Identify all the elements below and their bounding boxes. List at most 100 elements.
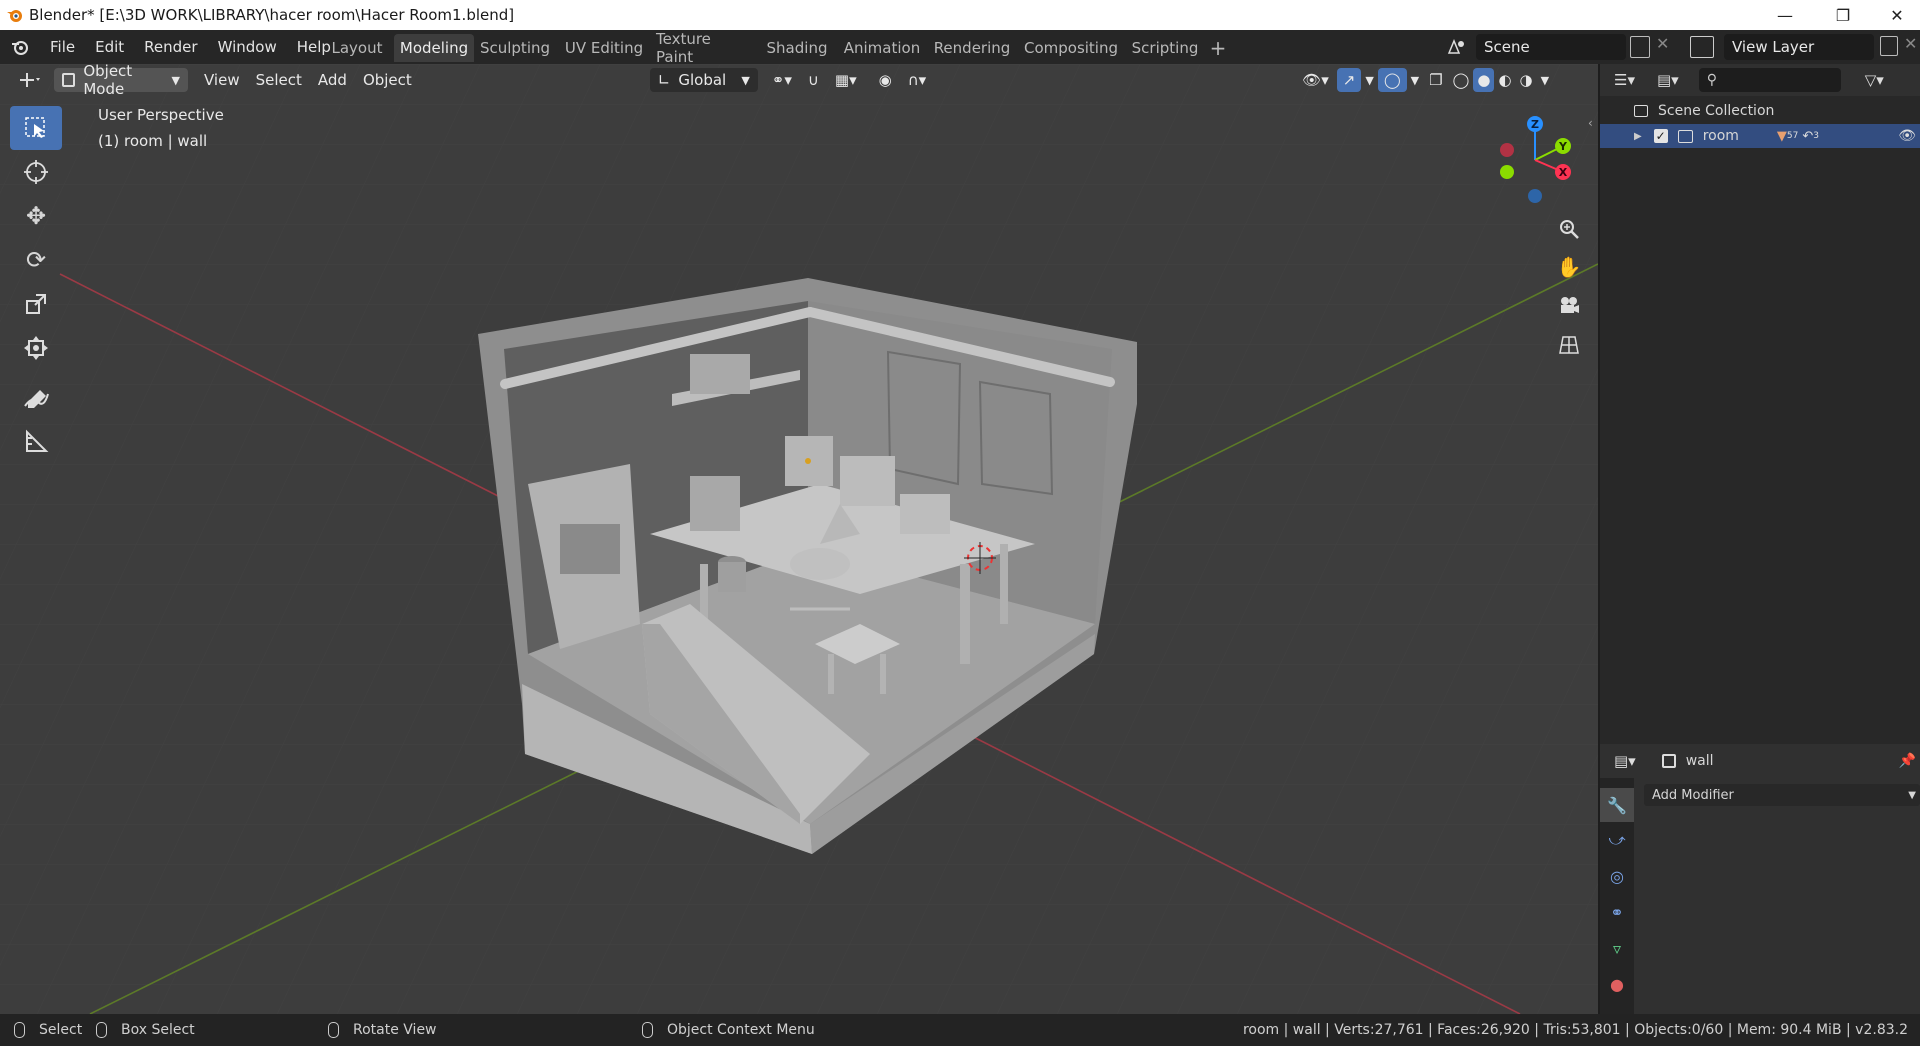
add-workspace-icon[interactable]: +	[1206, 34, 1230, 62]
search-icon: ⚲	[1706, 72, 1717, 88]
tab-uv-editing[interactable]: UV Editing	[560, 34, 648, 62]
mesh-count-badge: ▼ 57 ↶ 3	[1776, 128, 1820, 144]
xray-toggle-icon[interactable]: ❐	[1423, 68, 1448, 92]
menu-file[interactable]: File	[40, 38, 85, 56]
scene-selector[interactable]: Scene	[1476, 34, 1626, 60]
rotate-icon[interactable]: ⟳	[10, 238, 62, 282]
pin-icon[interactable]: 📌	[1899, 753, 1916, 769]
tab-animation[interactable]: Animation	[842, 34, 922, 62]
new-scene-icon[interactable]	[1630, 36, 1650, 58]
material-tab-icon[interactable]: ●	[1600, 966, 1634, 1002]
select-box-icon[interactable]	[10, 106, 62, 150]
transform-orientation[interactable]: ∟ Global ▼	[649, 68, 758, 92]
maximize-icon[interactable]: ❐	[1820, 0, 1866, 30]
outliner-search-field[interactable]: ⚲	[1698, 68, 1841, 92]
constraints-tab-icon[interactable]: ⚭	[1600, 894, 1634, 930]
object-data-tab-icon[interactable]: ▿	[1600, 930, 1634, 966]
blender-menu-icon[interactable]	[0, 37, 40, 57]
delete-view-layer-icon[interactable]: ✕	[1904, 34, 1917, 53]
add-modifier-button[interactable]: Add Modifier ▼	[1644, 784, 1920, 806]
properties-tabs: 🔧 ⤻ ◎ ⚭ ▿ ●	[1600, 778, 1634, 1014]
main-menu: File Edit Render Window Help	[40, 30, 341, 64]
collection-checkbox[interactable]: ✓	[1653, 129, 1668, 143]
view-layer-icon[interactable]	[1690, 36, 1714, 58]
tab-layout[interactable]: Layout	[324, 34, 390, 62]
mouse-middle-icon	[328, 1022, 339, 1038]
status-select: Select	[39, 1022, 83, 1038]
tab-texture-paint[interactable]: Texture Paint	[656, 30, 752, 66]
rendered-shading-icon[interactable]: ◑	[1516, 68, 1537, 92]
eye-icon[interactable]: 👁	[1898, 128, 1916, 144]
tab-sculpting[interactable]: Sculpting	[478, 34, 552, 62]
cursor-icon[interactable]	[10, 150, 62, 194]
pivot-icon[interactable]: ⚭▾	[764, 68, 800, 92]
orientation-label: Global	[678, 71, 727, 89]
overlays-toggle-icon[interactable]: ◯	[1377, 68, 1407, 92]
delete-scene-icon[interactable]: ✕	[1656, 34, 1669, 53]
physics-tab-icon[interactable]: ◎	[1600, 858, 1634, 894]
object-mode-icon	[62, 73, 76, 87]
annotate-icon[interactable]	[10, 376, 62, 420]
scene-collection-label: Scene Collection	[1658, 103, 1775, 119]
mouse-drag-icon	[96, 1022, 107, 1038]
tab-compositing[interactable]: Compositing	[1022, 34, 1120, 62]
chevron-down-icon[interactable]: ▼	[1407, 68, 1423, 92]
sidebar-toggle-icon[interactable]: ‹	[1588, 116, 1593, 130]
status-bar: Select Box Select Rotate View Object Con…	[0, 1014, 1920, 1046]
tab-shading[interactable]: Shading	[760, 34, 834, 62]
outliner-editor-type-icon[interactable]: ☰▾	[1614, 71, 1635, 89]
properties-editor-type-icon[interactable]: ▤▾	[1614, 752, 1636, 770]
particles-tab-icon[interactable]: ⤻	[1600, 822, 1634, 858]
material-shading-icon[interactable]: ◐	[1494, 68, 1515, 92]
falloff-icon[interactable]: ∩▾	[900, 68, 935, 92]
menu-object[interactable]: Object	[355, 68, 420, 92]
measure-icon[interactable]	[10, 420, 62, 464]
menu-select[interactable]: Select	[248, 68, 310, 92]
navigation-gizmo[interactable]: Z Y X	[1485, 110, 1585, 210]
proportional-edit-icon[interactable]: ◉	[871, 68, 900, 92]
close-icon[interactable]: ✕	[1874, 0, 1920, 30]
menu-view[interactable]: View	[196, 68, 248, 92]
minimize-icon[interactable]: —	[1762, 0, 1808, 30]
scale-icon[interactable]	[10, 282, 62, 326]
outliner-item-room[interactable]: ▶ ✓ room ▼ 57 ↶ 3 👁	[1600, 124, 1920, 148]
add-modifier-label: Add Modifier	[1652, 787, 1734, 803]
toolbar: ✥ ⟳	[10, 106, 62, 464]
3d-viewport[interactable]: Object Mode ▼ View Select Add Object ∟ G…	[0, 64, 1598, 1014]
view-layer-selector[interactable]: View Layer	[1724, 34, 1874, 60]
pan-hand-icon[interactable]: ✋	[1552, 250, 1586, 284]
solid-shading-icon[interactable]: ●	[1473, 68, 1495, 92]
camera-view-icon[interactable]	[1552, 288, 1586, 322]
new-view-layer-icon[interactable]	[1880, 36, 1898, 56]
orientation-icon: ∟	[657, 71, 671, 89]
menu-render[interactable]: Render	[134, 38, 207, 56]
viewport-header: Object Mode ▼ View Select Add Object ∟ G…	[0, 64, 1598, 98]
visibility-icon[interactable]: 👁▾	[1294, 68, 1337, 92]
wireframe-shading-icon[interactable]: ◯	[1449, 68, 1474, 92]
modifier-tab-icon[interactable]: 🔧	[1600, 788, 1634, 822]
scene-type-icon[interactable]	[1440, 34, 1474, 60]
snap-target-icon[interactable]: ▦▾	[827, 68, 865, 92]
tab-modeling[interactable]: Modeling	[394, 34, 474, 62]
chevron-down-icon[interactable]: ▼	[1537, 68, 1553, 92]
tab-rendering[interactable]: Rendering	[930, 34, 1014, 62]
filter-icon[interactable]: ▽▾	[1865, 71, 1884, 89]
editor-type-icon[interactable]	[8, 68, 50, 92]
chevron-down-icon[interactable]: ▼	[1361, 68, 1377, 92]
transform-icon[interactable]	[10, 326, 62, 370]
move-icon[interactable]: ✥	[10, 194, 62, 238]
menu-window[interactable]: Window	[208, 38, 287, 56]
orthographic-toggle-icon[interactable]	[1552, 328, 1586, 362]
menu-edit[interactable]: Edit	[85, 38, 134, 56]
menu-add[interactable]: Add	[310, 68, 355, 92]
tab-scripting[interactable]: Scripting	[1128, 34, 1202, 62]
gizmo-toggle-icon[interactable]: ↗	[1336, 68, 1362, 92]
outliner-root[interactable]: Scene Collection	[1600, 98, 1920, 124]
zoom-icon[interactable]	[1552, 212, 1586, 246]
expand-arrow-icon[interactable]: ▶	[1634, 131, 1642, 142]
mode-selector[interactable]: Object Mode ▼	[54, 64, 188, 98]
object-icon	[1661, 754, 1676, 768]
display-mode-icon[interactable]: ▤▾	[1657, 71, 1679, 89]
window-titlebar: Blender* [E:\3D WORK\LIBRARY\hacer room\…	[0, 0, 1920, 30]
snap-icon[interactable]: ∪	[800, 68, 827, 92]
